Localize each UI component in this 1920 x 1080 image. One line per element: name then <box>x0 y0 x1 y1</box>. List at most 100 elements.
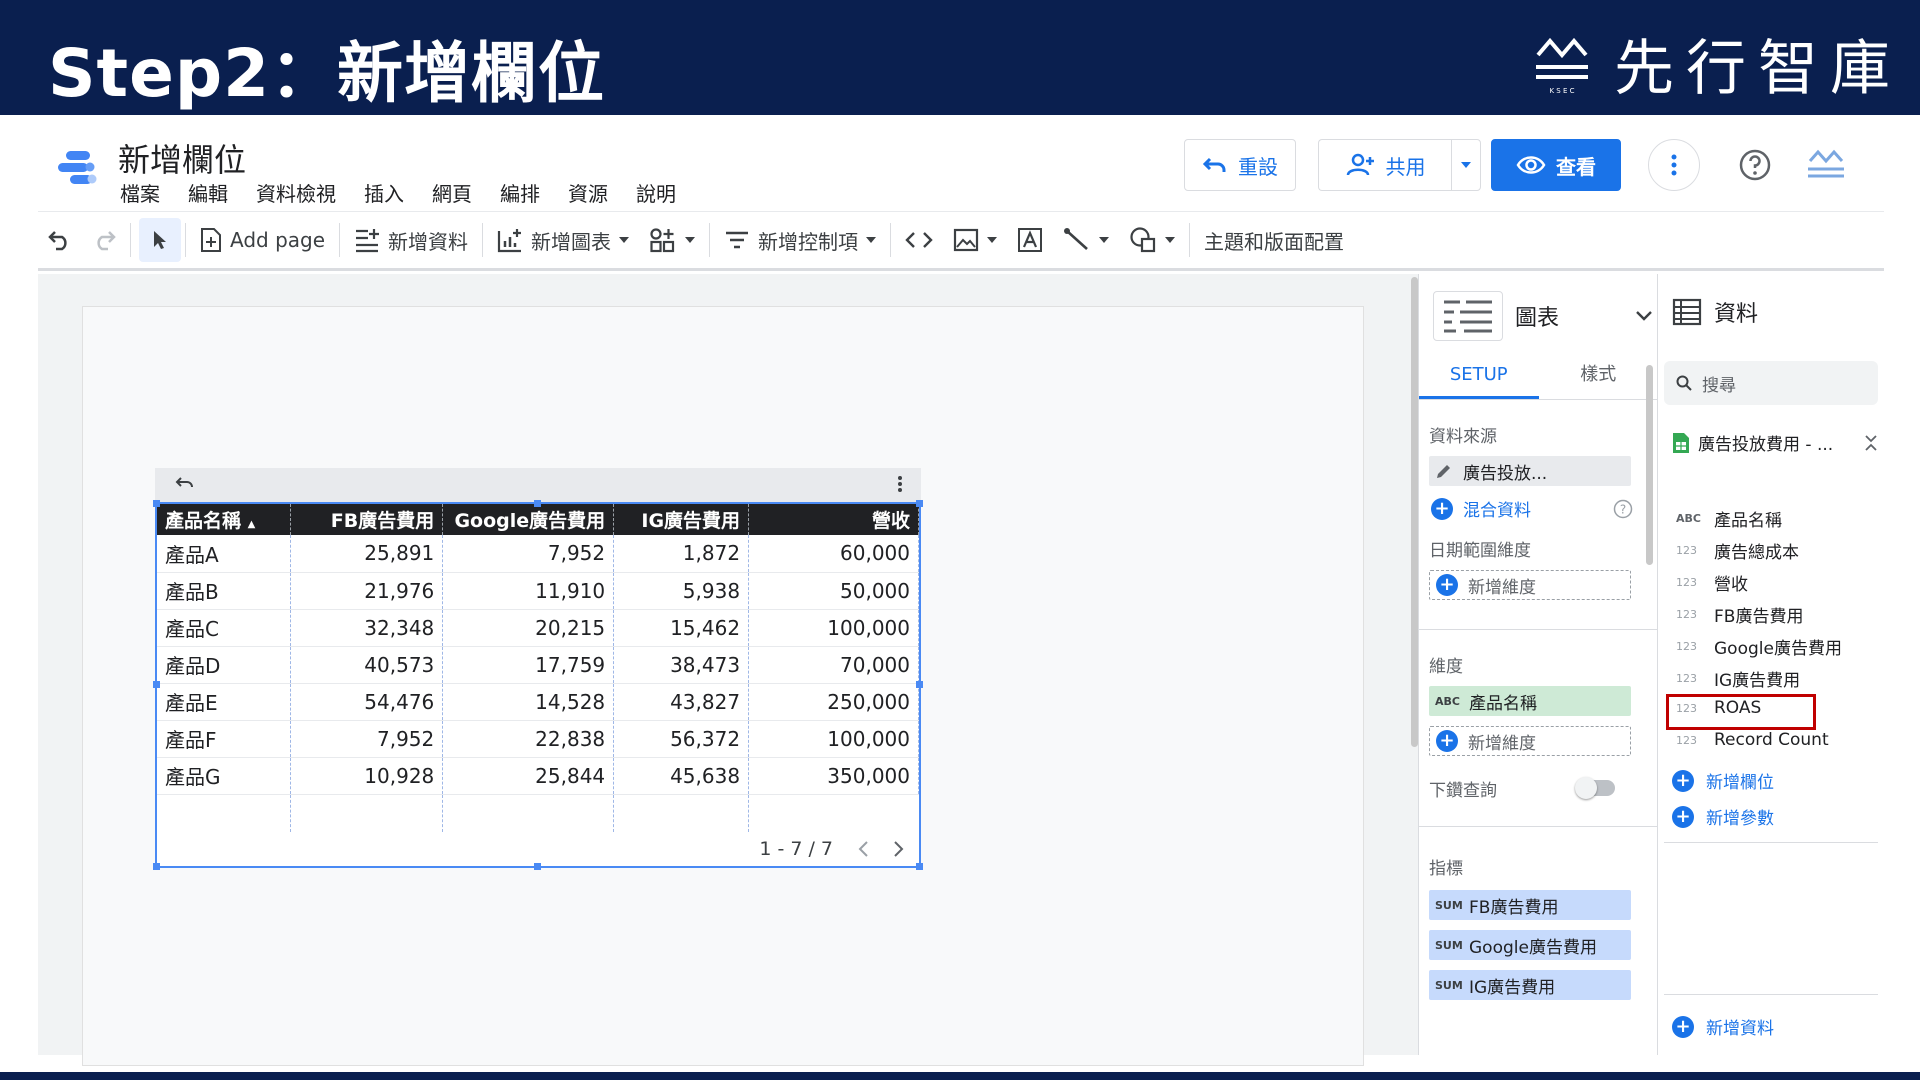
scrollbar[interactable] <box>1646 365 1653 565</box>
menu-insert[interactable]: 插入 <box>350 179 418 209</box>
embed-code-button[interactable] <box>895 218 943 262</box>
dimension-chip[interactable]: ABC 產品名稱 <box>1429 686 1631 716</box>
datasource-chip[interactable]: 廣告投放... <box>1429 456 1631 486</box>
column-header[interactable]: 產品名稱 ▲ <box>157 504 292 535</box>
field-item[interactable]: 123 營收 <box>1676 570 1748 595</box>
resize-handle[interactable] <box>153 500 160 507</box>
insert-line-button[interactable] <box>1053 218 1119 262</box>
menu-help[interactable]: 說明 <box>622 179 690 209</box>
data-search-input[interactable]: 搜尋 <box>1664 361 1878 405</box>
chart-type-selector[interactable]: 圖表 <box>1433 288 1653 344</box>
drilldown-title: 下鑽查詢 <box>1429 781 1497 801</box>
add-field-link[interactable]: + 新增欄位 <box>1672 768 1774 793</box>
table-cell: 7,952 <box>442 535 615 573</box>
share-dropdown-button[interactable] <box>1451 139 1481 191</box>
column-header[interactable]: 營收 <box>748 504 919 535</box>
add-parameter-link[interactable]: + 新增參數 <box>1672 804 1774 829</box>
metric-chip[interactable]: SUM IG廣告費用 <box>1429 970 1631 1000</box>
field-item[interactable]: ABC 產品名稱 <box>1676 506 1782 531</box>
menu-page[interactable]: 網頁 <box>418 179 486 209</box>
resize-handle[interactable] <box>534 500 541 507</box>
field-item[interactable]: 123 FB廣告費用 <box>1676 602 1803 627</box>
table-pager: 1 - 7 / 7 <box>759 838 905 860</box>
share-button[interactable]: 共用 <box>1318 139 1452 191</box>
add-dimension-chip[interactable]: + 新增維度 <box>1429 726 1631 756</box>
add-date-dimension-chip[interactable]: + 新增維度 <box>1429 570 1631 600</box>
add-chart-button[interactable]: 新增圖表 <box>487 218 639 262</box>
menu-arrange[interactable]: 編排 <box>486 179 554 209</box>
drilldown-toggle[interactable] <box>1575 777 1615 799</box>
resize-handle[interactable] <box>916 500 923 507</box>
theme-layout-button[interactable]: 主題和版面配置 <box>1194 218 1354 262</box>
undo-button[interactable] <box>38 218 82 262</box>
resize-handle[interactable] <box>916 863 923 870</box>
table-cell: 1,872 <box>613 535 750 573</box>
column-header[interactable]: IG廣告費用 <box>613 504 750 535</box>
table-cell: 11,910 <box>442 572 615 610</box>
add-page-button[interactable]: Add page <box>190 218 335 262</box>
help-icon[interactable]: ? <box>1613 499 1633 519</box>
field-item[interactable]: 123 Record Count <box>1676 730 1829 750</box>
menu-view[interactable]: 資料檢視 <box>242 179 350 209</box>
add-component-button[interactable] <box>639 218 705 262</box>
select-tool-button[interactable] <box>139 218 181 262</box>
menu-resource[interactable]: 資源 <box>554 179 622 209</box>
table-cell: 產品B <box>157 572 292 610</box>
table-cell: 250,000 <box>748 683 919 721</box>
redo-button[interactable] <box>82 218 126 262</box>
menu-edit[interactable]: 編輯 <box>174 179 242 209</box>
chevron-left-icon[interactable] <box>857 840 869 858</box>
metric-chip[interactable]: SUM FB廣告費用 <box>1429 890 1631 920</box>
table-row: 產品C 32,348 20,215 15,462 100,000 <box>157 609 919 647</box>
add-data-button[interactable]: 新增資料 <box>344 218 478 262</box>
resize-handle[interactable] <box>153 863 160 870</box>
data-source-row[interactable]: 廣告投放費用 - ... <box>1672 430 1878 455</box>
view-button[interactable]: 查看 <box>1491 139 1621 191</box>
field-item[interactable]: 123 IG廣告費用 <box>1676 666 1800 691</box>
resize-handle[interactable] <box>534 863 541 870</box>
table-cell: 產品G <box>157 757 292 795</box>
scrollbar[interactable] <box>1411 277 1418 747</box>
undo-icon[interactable] <box>175 475 195 491</box>
search-icon <box>1676 375 1692 391</box>
resize-handle[interactable] <box>153 681 160 688</box>
roas-highlight-box <box>1666 694 1816 730</box>
add-circle-icon: + <box>1672 1015 1694 1038</box>
resize-handle[interactable] <box>916 681 923 688</box>
column-header[interactable]: FB廣告費用 <box>290 504 444 535</box>
insert-image-button[interactable] <box>943 218 1007 262</box>
menu-file[interactable]: 檔案 <box>120 179 174 209</box>
tab-setup[interactable]: SETUP <box>1419 352 1539 399</box>
tab-style[interactable]: 樣式 <box>1539 352 1659 399</box>
field-item[interactable]: 123 廣告總成本 <box>1676 538 1799 563</box>
more-options-button[interactable] <box>1648 139 1700 191</box>
blend-data-link[interactable]: + 混合資料 <box>1431 496 1531 521</box>
help-icon[interactable] <box>1738 148 1772 182</box>
metric-chip[interactable]: SUM Google廣告費用 <box>1429 930 1631 960</box>
chevron-right-icon[interactable] <box>893 840 905 858</box>
chart-type-label: 圖表 <box>1515 306 1560 331</box>
date-range-title: 日期範圍維度 <box>1429 541 1531 561</box>
field-item[interactable]: 123 Google廣告費用 <box>1676 634 1842 659</box>
line-icon <box>1064 228 1088 250</box>
collapse-icon[interactable] <box>1864 434 1878 452</box>
table-cell: 產品A <box>157 535 292 573</box>
field-type-tag: ABC <box>1676 512 1701 525</box>
properties-panel: 圖表 SETUP 樣式 資料來源 廣告投放... + 混合資料 ? 日期範圍維度… <box>1418 274 1658 1055</box>
table-cell: 40,573 <box>290 646 444 684</box>
table-row: 產品G 10,928 25,844 45,638 350,000 <box>157 757 919 795</box>
ksec-logo-icon: K S E C <box>1536 37 1588 95</box>
kebab-icon[interactable] <box>897 474 903 494</box>
insert-text-button[interactable] <box>1007 218 1053 262</box>
reset-button[interactable]: 重設 <box>1184 139 1296 191</box>
add-control-button[interactable]: 新增控制項 <box>714 218 886 262</box>
field-type-tag: 123 <box>1676 544 1697 557</box>
table-chart[interactable]: 產品名稱 ▲ FB廣告費用 Google廣告費用 IG廣告費用 營收 產品A 25… <box>153 468 923 870</box>
column-header[interactable]: Google廣告費用 <box>442 504 615 535</box>
report-title[interactable]: 新增欄位 <box>118 135 246 181</box>
insert-shape-button[interactable] <box>1119 218 1185 262</box>
report-canvas[interactable]: 產品名稱 ▲ FB廣告費用 Google廣告費用 IG廣告費用 營收 產品A 25… <box>38 274 1418 1066</box>
report-page[interactable]: 產品名稱 ▲ FB廣告費用 Google廣告費用 IG廣告費用 營收 產品A 25… <box>82 306 1364 1066</box>
add-data-link[interactable]: + 新增資料 <box>1672 1014 1774 1039</box>
text-box-icon <box>1018 228 1043 252</box>
